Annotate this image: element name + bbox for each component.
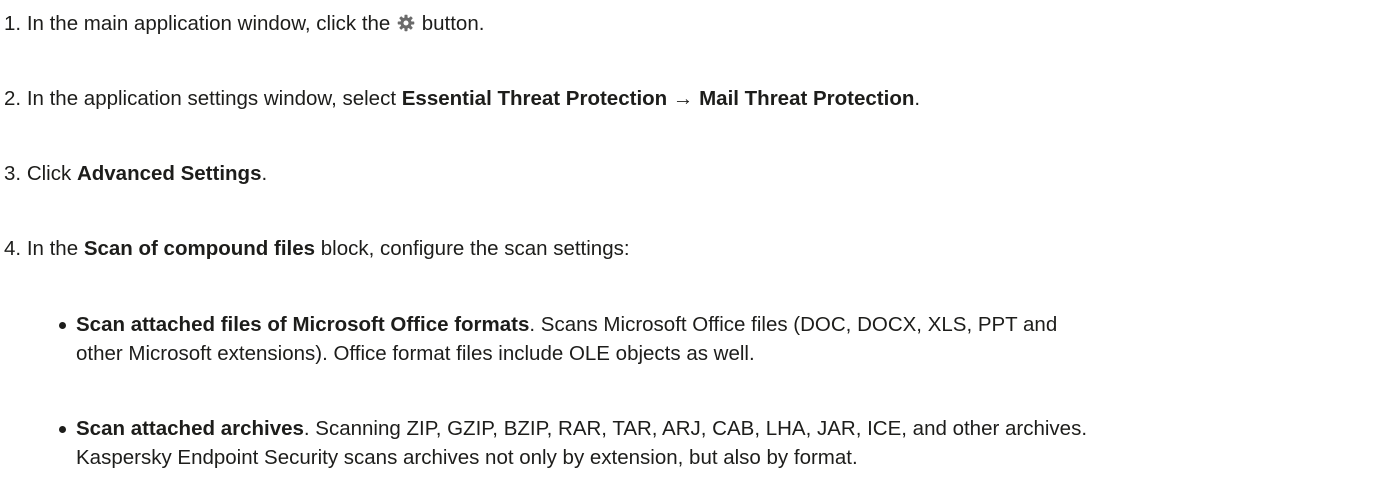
list-item-text: Scan attached archives. Scanning ZIP, GZ… <box>76 414 1376 472</box>
gear-icon <box>397 12 415 32</box>
step-text: block, configure the scan settings: <box>320 237 630 260</box>
step-text: In the main application window, click th… <box>26 12 391 35</box>
option-title: Scan attached archives <box>76 417 304 440</box>
option-description: . Scanning ZIP, GZIP, BZIP, RAR, TAR, AR… <box>303 417 1088 440</box>
menu-path-mail-threat-protection: Mail Threat Protection <box>699 87 915 110</box>
step-text: . <box>914 87 921 110</box>
step-number: 2. <box>4 87 22 110</box>
list-item-office-formats: Scan attached files of Microsoft Office … <box>59 310 1376 368</box>
advanced-settings-label: Advanced Settings <box>76 162 262 185</box>
step-1: 1. In the main application window, click… <box>4 10 484 38</box>
scan-of-compound-files-label: Scan of compound files <box>83 237 316 260</box>
step-text: Click <box>26 162 72 185</box>
menu-path-essential-threat-protection: Essential Threat Protection <box>401 87 668 110</box>
list-item-archives: Scan attached archives. Scanning ZIP, GZ… <box>59 414 1376 472</box>
step-text: . <box>261 162 268 185</box>
step-3: 3. Click Advanced Settings. <box>4 160 267 188</box>
bullet-icon <box>59 426 66 433</box>
step-4: 4. In the Scan of compound files block, … <box>4 235 630 263</box>
step-number: 3. <box>4 162 22 185</box>
option-description: . Scans Microsoft Office files (DOC, DOC… <box>529 313 1058 336</box>
arrow-separator: → <box>672 87 694 110</box>
step-number: 1. <box>4 12 22 35</box>
step-text: button. <box>421 12 485 35</box>
list-item-text: Scan attached files of Microsoft Office … <box>76 310 1376 368</box>
step-text: In the <box>26 237 79 260</box>
option-description: other Microsoft extensions). Office form… <box>76 342 755 365</box>
option-title: Scan attached files of Microsoft Office … <box>76 313 530 336</box>
step-2: 2. In the application settings window, s… <box>4 85 920 113</box>
option-description: Kaspersky Endpoint Security scans archiv… <box>76 446 858 469</box>
step-text: In the application settings window, sele… <box>26 87 397 110</box>
step-number: 4. <box>4 237 22 260</box>
bullet-icon <box>59 322 66 329</box>
